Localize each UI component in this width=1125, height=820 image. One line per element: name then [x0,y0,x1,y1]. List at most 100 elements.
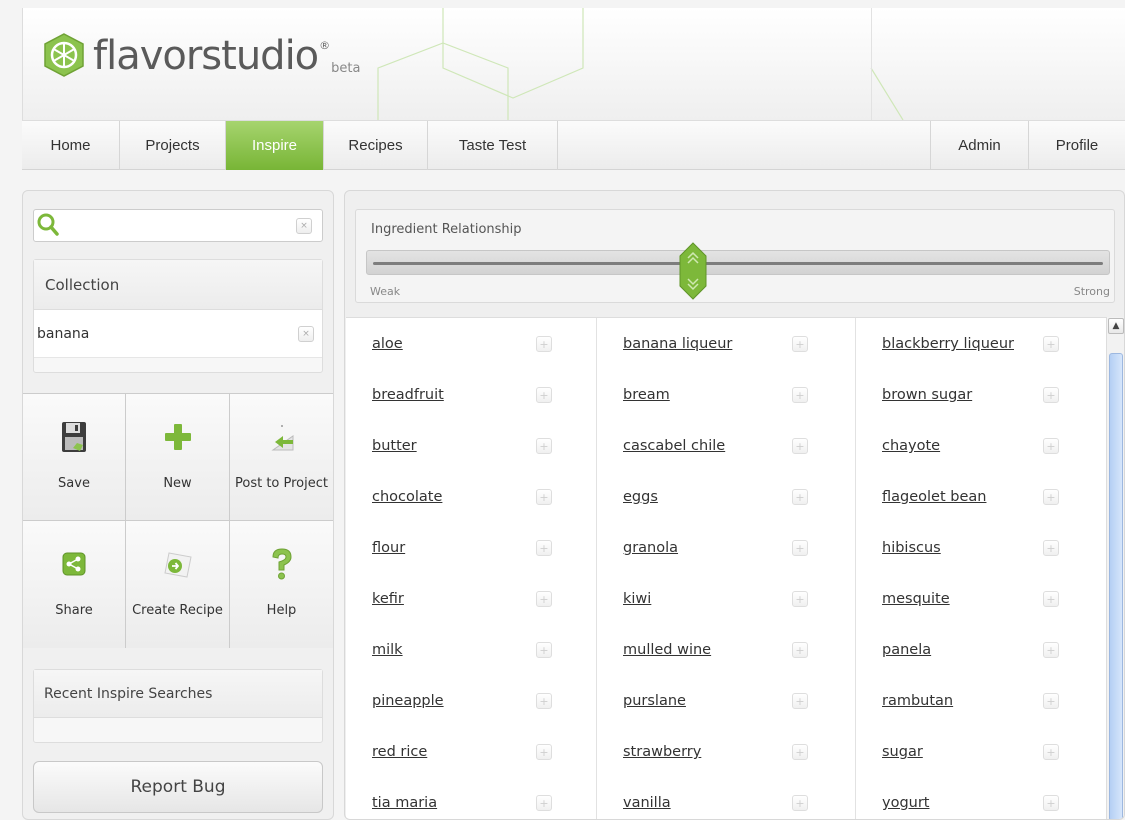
ingredient-link[interactable]: flageolet bean [882,489,986,505]
ingredient-link[interactable]: panela [882,642,931,658]
ingredient-link[interactable]: kiwi [623,591,651,607]
add-ingredient-button[interactable]: + [792,795,808,811]
ingredient-link[interactable]: butter [372,438,417,454]
share-button[interactable]: Share [23,521,126,648]
add-ingredient-button[interactable]: + [792,387,808,403]
ingredient-link[interactable]: strawberry [623,744,701,760]
app-header: flavorstudio ® beta [22,8,1125,120]
add-ingredient-button[interactable]: + [1043,438,1059,454]
app-logo[interactable]: flavorstudio ® beta [41,32,360,78]
ingredient-link[interactable]: banana liqueur [623,336,732,352]
header-divider [871,8,872,120]
scroll-up-arrow-icon[interactable]: ▲ [1108,318,1124,334]
ingredient-row: aloe + [346,318,596,369]
ingredient-row: milk + [346,624,596,675]
ingredient-link[interactable]: cascabel chile [623,438,725,454]
ingredient-link[interactable]: pineapple [372,693,444,709]
ingredient-link[interactable]: chayote [882,438,940,454]
ingredient-link[interactable]: sugar [882,744,923,760]
add-ingredient-button[interactable]: + [792,591,808,607]
add-ingredient-button[interactable]: + [792,642,808,658]
ingredient-link[interactable]: blackberry liqueur [882,336,1014,352]
add-ingredient-button[interactable]: + [1043,489,1059,505]
new-button[interactable]: New [126,394,230,521]
add-ingredient-button[interactable]: + [536,336,552,352]
add-ingredient-button[interactable]: + [792,744,808,760]
post-to-project-button[interactable]: Post to Project [230,394,333,521]
add-ingredient-button[interactable]: + [1043,540,1059,556]
share-label: Share [55,603,93,618]
ingredient-link[interactable]: breadfruit [372,387,444,403]
ingredient-link[interactable]: milk [372,642,403,658]
add-ingredient-button[interactable]: + [536,642,552,658]
nav-taste-test[interactable]: Taste Test [428,121,558,170]
ingredient-link[interactable]: kefir [372,591,404,607]
ingredient-link[interactable]: mulled wine [623,642,711,658]
ingredient-row: chayote + [856,420,1106,471]
add-ingredient-button[interactable]: + [1043,744,1059,760]
help-button[interactable]: Help [230,521,333,648]
ingredient-row: strawberry + [597,726,855,777]
ingredient-link[interactable]: chocolate [372,489,442,505]
ingredient-link[interactable]: rambutan [882,693,953,709]
ingredient-link[interactable]: aloe [372,336,403,352]
relationship-slider-thumb[interactable] [679,242,707,300]
add-ingredient-button[interactable]: + [536,540,552,556]
add-ingredient-button[interactable]: + [1043,387,1059,403]
ingredient-link[interactable]: mesquite [882,591,950,607]
nav-inspire[interactable]: Inspire [226,121,324,170]
ingredient-link[interactable]: tia maria [372,795,437,811]
ingredient-link[interactable]: granola [623,540,678,556]
search-input[interactable] [64,215,294,237]
add-ingredient-button[interactable]: + [792,540,808,556]
add-ingredient-button[interactable]: + [792,438,808,454]
add-ingredient-button[interactable]: + [536,591,552,607]
add-ingredient-button[interactable]: + [536,387,552,403]
relationship-slider-track[interactable] [366,250,1110,275]
add-ingredient-button[interactable]: + [1043,642,1059,658]
add-ingredient-button[interactable]: + [1043,795,1059,811]
add-ingredient-button[interactable]: + [536,489,552,505]
ingredient-link[interactable]: purslane [623,693,686,709]
ingredient-row: red rice + [346,726,596,777]
add-ingredient-button[interactable]: + [1043,336,1059,352]
nav-profile[interactable]: Profile [1029,121,1125,170]
ingredient-link[interactable]: bream [623,387,670,403]
nav-projects[interactable]: Projects [120,121,226,170]
add-ingredient-button[interactable]: + [1043,591,1059,607]
create-recipe-button[interactable]: Create Recipe [126,521,230,648]
add-ingredient-button[interactable]: + [792,336,808,352]
post-to-project-label: Post to Project [235,476,328,491]
add-ingredient-button[interactable]: + [536,693,552,709]
remove-collection-item-button[interactable]: × [298,326,314,342]
post-arrow-icon [265,420,299,454]
nav-home[interactable]: Home [22,121,120,170]
ingredient-link[interactable]: red rice [372,744,427,760]
save-button[interactable]: Save [23,394,126,521]
ingredient-link[interactable]: brown sugar [882,387,972,403]
add-ingredient-button[interactable]: + [792,489,808,505]
ingredient-link[interactable]: yogurt [882,795,930,811]
strong-label: Strong [1073,285,1110,298]
ingredient-row: panela + [856,624,1106,675]
ingredient-link[interactable]: vanilla [623,795,671,811]
add-ingredient-button[interactable]: + [536,795,552,811]
ingredient-link[interactable]: hibiscus [882,540,941,556]
ingredient-link[interactable]: eggs [623,489,658,505]
report-bug-button[interactable]: Report Bug [33,761,323,813]
add-ingredient-button[interactable]: + [536,438,552,454]
add-ingredient-button[interactable]: + [536,744,552,760]
ingredient-scrollbar[interactable]: ▲ [1106,317,1124,819]
floppy-disk-icon [57,420,91,454]
nav-admin[interactable]: Admin [931,121,1029,170]
recent-searches-title: Recent Inspire Searches [34,670,322,718]
add-ingredient-button[interactable]: + [792,693,808,709]
ingredient-column: blackberry liqueur + brown sugar + chayote + f… [856,318,1106,819]
collection-item[interactable]: banana × [34,310,322,358]
scroll-thumb[interactable] [1109,353,1123,819]
clear-search-button[interactable]: × [296,218,312,234]
search-icon[interactable] [36,212,60,238]
ingredient-link[interactable]: flour [372,540,405,556]
nav-recipes[interactable]: Recipes [324,121,428,170]
add-ingredient-button[interactable]: + [1043,693,1059,709]
